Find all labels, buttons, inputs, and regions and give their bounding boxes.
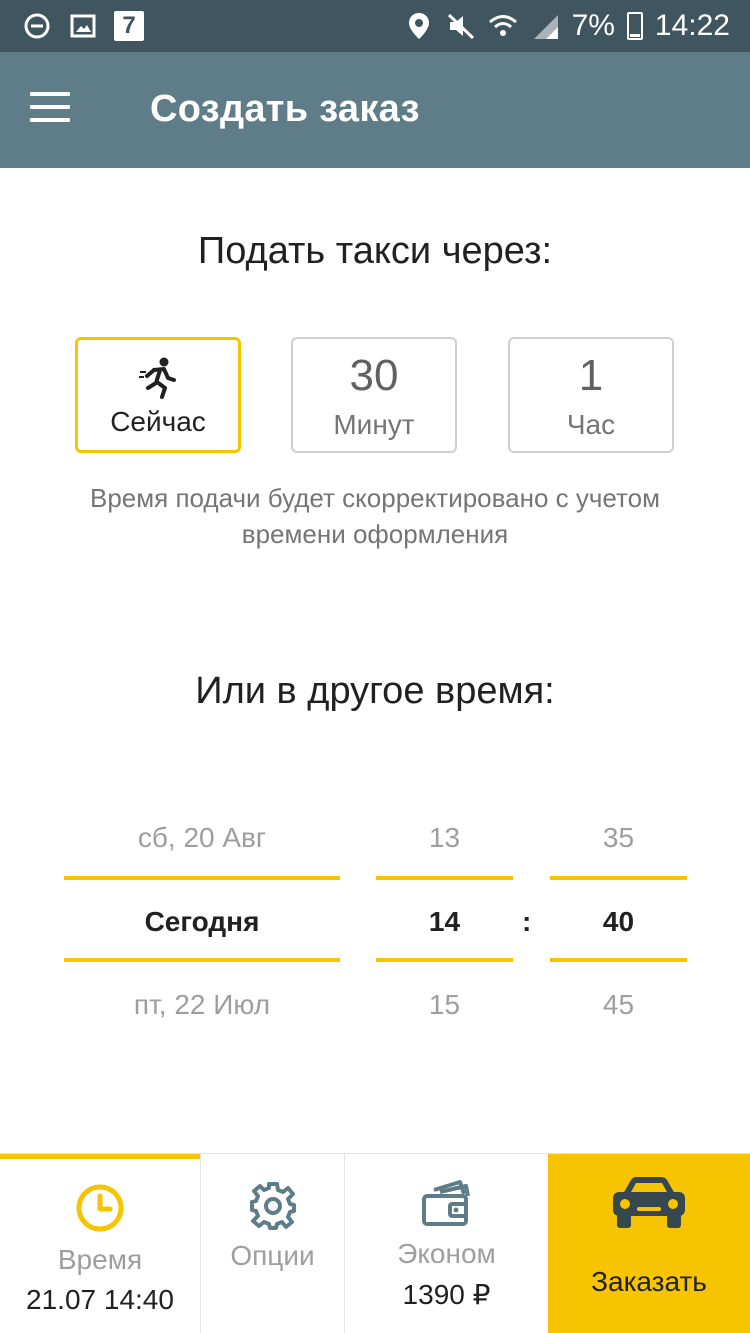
app-bar: Создать заказ [0,52,750,168]
order-button-label: Заказать [591,1266,707,1297]
option-now-button[interactable]: Сейчас [75,337,241,453]
time-tab-label: Время [57,1244,143,1275]
order-button[interactable]: Заказать [548,1154,750,1333]
hour-picker-divider-bottom [376,958,513,962]
pickup-hint: Время подачи будет скорректировано с уче… [90,483,660,549]
options-tab-label: Опции [230,1240,315,1271]
bottom-bar: Время 21.07 14:40 Опции Эконом 1390 ₽ За… [0,1153,750,1333]
status-time: 14:22 [654,9,730,42]
minute-picker-next[interactable]: 45 [550,989,687,1021]
hour-picker-divider-top [376,876,513,880]
date-picker-next[interactable]: пт, 22 Июл [64,989,340,1021]
minute-picker-prev[interactable]: 35 [550,822,687,854]
date-picker-prev[interactable]: сб, 20 Авг [64,822,340,854]
clock-icon [76,1184,124,1232]
minute-picker-divider-top [550,876,687,880]
option-1-hour-button[interactable]: 1 Час [508,337,674,453]
option-now-label: Сейчас [110,406,206,437]
menu-icon[interactable] [30,92,70,122]
status-bar: 7 7% 14:22 [0,0,750,52]
minute-picker-divider-bottom [550,958,687,962]
other-time-title: Или в другое время: [195,670,555,712]
gallery-icon [68,11,98,41]
hour-picker-prev[interactable]: 13 [376,822,513,854]
tariff-tab[interactable]: Эконом 1390 ₽ [344,1154,548,1333]
date-picker-divider-bottom [64,958,340,962]
option-1-value: 1 [578,351,604,400]
date-picker-divider-top [64,876,340,880]
car-icon [613,1177,685,1228]
hour-picker-next[interactable]: 15 [376,989,513,1021]
option-30-label: Минут [333,409,415,440]
battery-percent: 7% [571,9,615,42]
pickup-title: Подать такси через: [197,230,553,272]
page-title: Создать заказ [150,88,420,130]
date-picker-selected[interactable]: Сегодня [64,906,340,938]
option-1-label: Час [566,409,616,440]
time-separator: : [522,906,532,937]
time-tab[interactable]: Время 21.07 14:40 [0,1154,200,1333]
mute-icon [446,11,476,41]
wifi-icon [488,11,518,41]
wallet-icon [421,1180,470,1226]
time-tab-value: 21.07 14:40 [26,1284,174,1315]
battery-icon [626,12,643,40]
calendar-icon: 7 [114,11,144,41]
tariff-tab-label: Эконом [397,1238,496,1269]
tariff-price: 1390 ₽ [402,1279,491,1310]
options-tab[interactable]: Опции [200,1154,344,1333]
runner-icon [139,357,176,399]
minute-picker-selected[interactable]: 40 [550,906,687,938]
signal-icon [530,11,560,41]
hour-picker-selected[interactable]: 14 [376,906,513,938]
location-icon [404,11,434,41]
option-30-value: 30 [349,351,399,400]
do-not-disturb-icon [22,11,52,41]
option-30-minutes-button[interactable]: 30 Минут [291,337,457,453]
gear-icon [249,1182,296,1230]
